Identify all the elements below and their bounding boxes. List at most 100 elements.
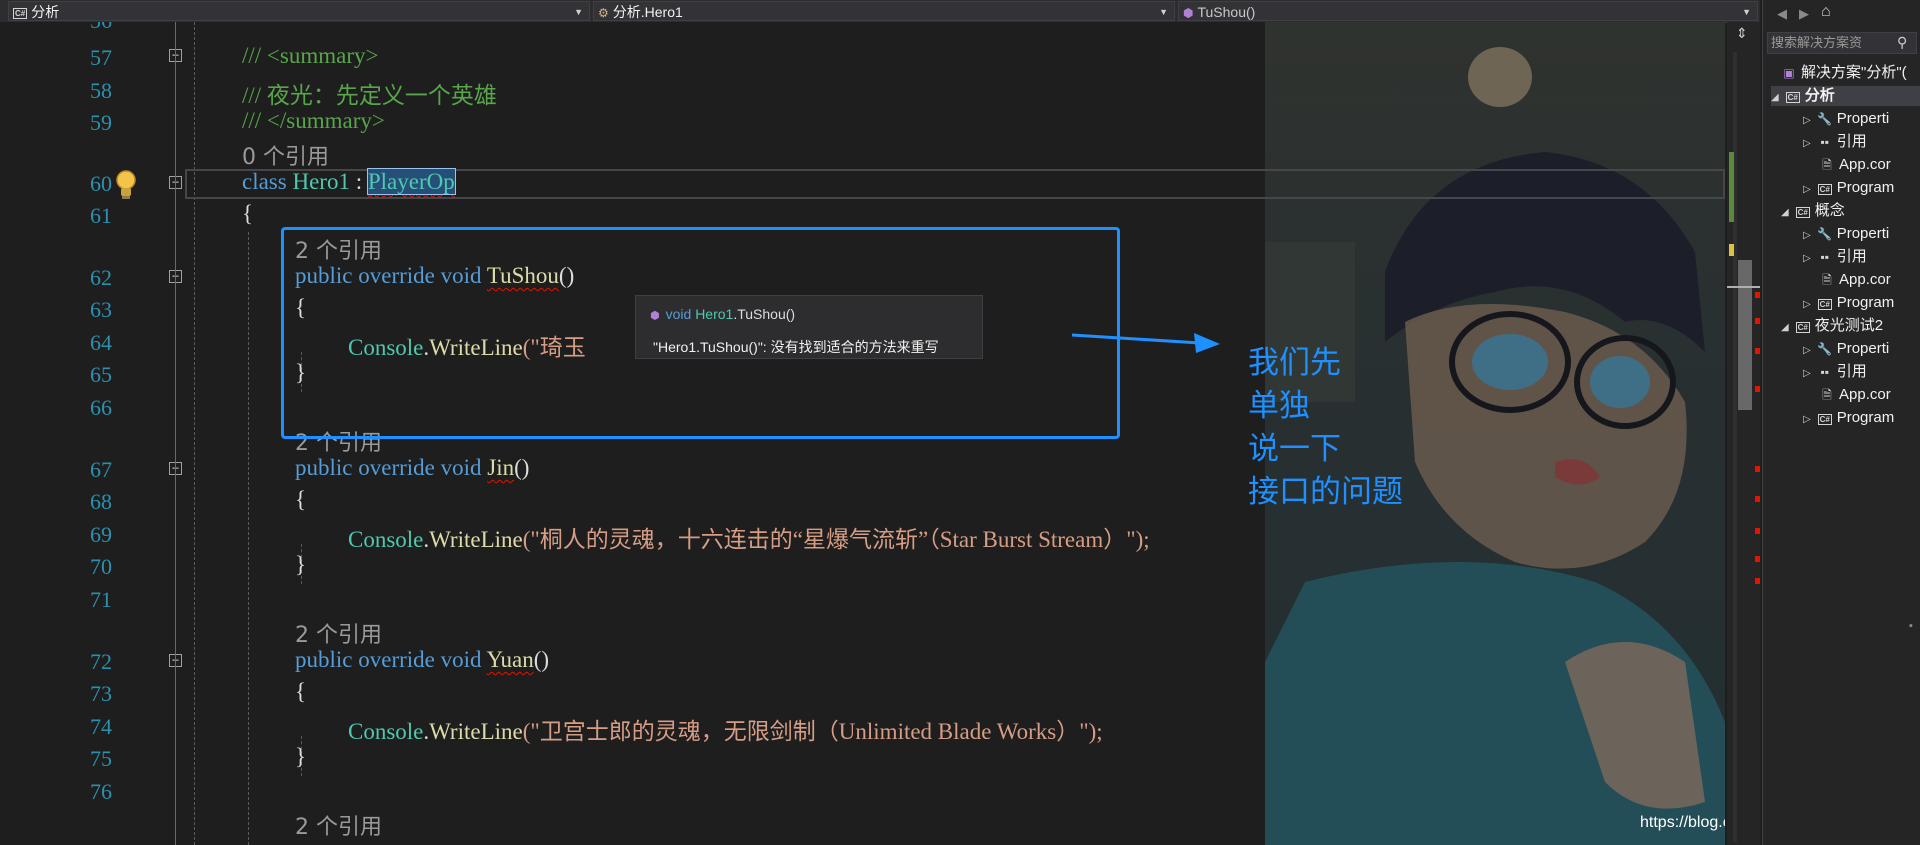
- colon: :: [349, 169, 368, 194]
- solution-search-input[interactable]: 搜索解决方案资: [1767, 32, 1917, 54]
- navigation-bar: C# 分析 ▼ ⚙ 分析.Hero1 ▼ ⬢ TuShou() ▼: [0, 0, 1760, 23]
- keyword: public: [295, 455, 353, 480]
- tree-item[interactable]: ▷ ▪▪ 引用: [1803, 247, 1867, 267]
- class-dropdown[interactable]: ⚙ 分析.Hero1 ▼: [593, 1, 1175, 21]
- tree-item[interactable]: 🗎 App.cor: [1819, 270, 1891, 290]
- keyword: override: [358, 647, 435, 672]
- forward-icon[interactable]: ▶: [1799, 6, 1809, 22]
- code-editor[interactable]: 56 57 58 59 60 61 62 63 64 65 66 67 68 6…: [0, 22, 1725, 845]
- line-number: 63: [90, 297, 112, 322]
- line-number: 60: [90, 171, 112, 196]
- expanded-arrow-icon: ◢: [1771, 92, 1779, 103]
- tree-item-label: Program: [1836, 409, 1895, 426]
- keyword: void: [440, 455, 482, 480]
- codelens-references[interactable]: 0 个引用: [242, 139, 329, 171]
- split-icon[interactable]: ⇕: [1736, 25, 1748, 42]
- line-number: 61: [90, 203, 112, 228]
- tree-item[interactable]: ▷ 🔧 Properti: [1803, 109, 1889, 129]
- tree-project[interactable]: ◢ C# 分析: [1771, 86, 1920, 106]
- tree-item[interactable]: ▷ 🔧 Properti: [1803, 339, 1889, 359]
- tooltip-error-message: "Hero1.TuShou()": 没有找到适合的方法来重写: [653, 339, 939, 355]
- tree-item-label: App.cor: [1839, 156, 1891, 173]
- member-dropdown[interactable]: ⬢ TuShou() ▼: [1178, 1, 1758, 21]
- error-marker: [1755, 578, 1760, 584]
- annotation-line: 单独: [1248, 388, 1310, 424]
- line-number: 56: [40, 22, 112, 34]
- tree-item-label: 引用: [1836, 363, 1867, 380]
- chevron-down-icon: ▼: [574, 7, 583, 17]
- annotation-arrow-icon: [1070, 325, 1225, 360]
- expanded-arrow-icon: ◢: [1781, 322, 1789, 333]
- brace: {: [295, 487, 307, 512]
- solution-icon: ▣: [1783, 66, 1795, 80]
- keyword: override: [358, 455, 435, 480]
- csharp-file-icon: C#: [1817, 299, 1832, 310]
- tree-item-label: Program: [1836, 294, 1895, 311]
- error-marker: [1755, 528, 1760, 534]
- tree-item[interactable]: ▷ C# Program: [1803, 408, 1894, 428]
- error-marker: [1755, 348, 1760, 354]
- expanded-arrow-icon: ◢: [1781, 207, 1789, 218]
- search-icon[interactable]: ⚲: [1897, 34, 1907, 51]
- brace: }: [295, 744, 307, 769]
- method-call: WriteLine: [429, 527, 523, 552]
- tree-item[interactable]: ▷ C# Program: [1803, 293, 1894, 313]
- error-marker: [1755, 292, 1760, 298]
- change-marker: [1729, 244, 1734, 256]
- tree-item[interactable]: ▷ C# Program: [1803, 178, 1894, 198]
- vertical-scrollbar[interactable]: ⇕: [1727, 22, 1760, 845]
- tree-item[interactable]: ▷ 🔧 Properti: [1803, 224, 1889, 244]
- back-icon[interactable]: ◀: [1777, 6, 1787, 22]
- annotation-line: 接口的问题: [1248, 474, 1403, 510]
- chevron-down-icon: ▼: [1159, 7, 1168, 17]
- line-number: 70: [90, 554, 112, 579]
- tree-item[interactable]: 🗎 App.cor: [1819, 385, 1891, 405]
- solution-explorer: ◀ ▶ ⌂ 搜索解决方案资 ⚲ ▣ 解决方案"分析"( ◢ C# 分析 ▷ 🔧 Prope…: [1762, 0, 1920, 845]
- lightbulb-icon[interactable]: [115, 169, 137, 206]
- type-name: Console: [348, 719, 424, 744]
- tree-item-label: App.cor: [1839, 271, 1891, 288]
- line-number: 67: [90, 457, 112, 482]
- line-number-gutter: 56 57 58 59 60 61 62 63 64 65 66 67 68 6…: [0, 22, 240, 845]
- tree-item[interactable]: ▷ ▪▪ 引用: [1803, 132, 1867, 152]
- string-literal: ("桐人的灵魂，十六连击的“星爆气流斩”（Star Burst Stream）"…: [522, 527, 1150, 552]
- collapsed-arrow-icon: ▷: [1803, 138, 1811, 149]
- method-declaration: public override void Jin(): [295, 455, 529, 481]
- line-number: 66: [90, 395, 112, 420]
- brace: }: [295, 552, 307, 577]
- doc-comment: /// <summary>: [242, 43, 379, 68]
- collapsed-arrow-icon: ▷: [1803, 115, 1811, 126]
- tree-item-label: 引用: [1836, 248, 1867, 265]
- method-call: WriteLine: [429, 719, 523, 744]
- method-name[interactable]: Yuan: [486, 647, 533, 672]
- line-number: 72: [90, 649, 112, 674]
- csharp-project-icon: C#: [13, 7, 28, 19]
- solution-root[interactable]: ▣ 解决方案"分析"(: [1781, 63, 1906, 83]
- tree-project[interactable]: ◢ C# 概念: [1781, 201, 1845, 221]
- collapsed-arrow-icon: ▷: [1803, 414, 1811, 425]
- tree-item[interactable]: 🗎 App.cor: [1819, 155, 1891, 175]
- panel-scroll-icon[interactable]: ▪: [1909, 620, 1913, 632]
- home-icon[interactable]: ⌂: [1821, 3, 1831, 21]
- indent-guide: [248, 232, 249, 845]
- doc-comment: /// 夜光：先定义一个英雄: [242, 83, 497, 108]
- codelens-references[interactable]: 2 个引用: [295, 617, 382, 649]
- codelens-references[interactable]: 2 个引用: [295, 809, 382, 841]
- tree-item[interactable]: ▷ ▪▪ 引用: [1803, 362, 1867, 382]
- collapsed-arrow-icon: ▷: [1803, 368, 1811, 379]
- error-marker: [1755, 466, 1760, 472]
- scrollbar-thumb[interactable]: [1738, 260, 1752, 410]
- quickinfo-tooltip: ⬢ void Hero1.TuShou() "Hero1.TuShou()": 没…: [635, 295, 983, 359]
- doc-comment: /// </summary>: [242, 108, 385, 133]
- base-class-selection[interactable]: PlayerOp: [366, 168, 456, 195]
- method-name[interactable]: Jin: [487, 455, 514, 480]
- tree-project[interactable]: ◢ C# 夜光测试2: [1781, 316, 1883, 336]
- chevron-down-icon: ▼: [1742, 7, 1751, 17]
- tooltip-signature: ⬢ void Hero1.TuShou(): [650, 306, 795, 322]
- tooltip-method: .TuShou(): [733, 306, 796, 322]
- config-file-icon: 🗎: [1822, 273, 1832, 287]
- line-number: 73: [90, 681, 112, 706]
- member-dropdown-label: TuShou(): [1197, 4, 1256, 20]
- project-dropdown[interactable]: C# 分析 ▼: [8, 1, 590, 21]
- line-number: 62: [90, 265, 112, 290]
